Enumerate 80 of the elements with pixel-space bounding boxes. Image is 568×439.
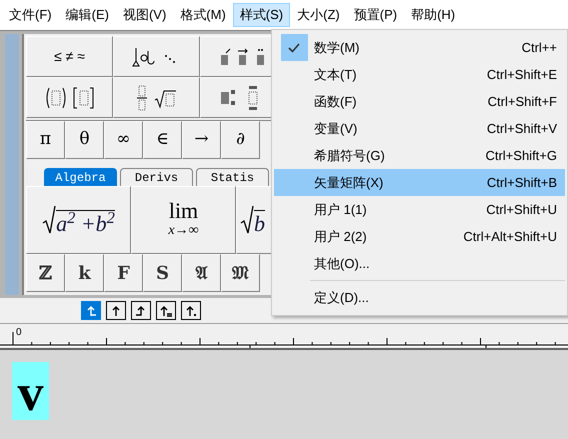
letter-style-button[interactable]: F	[104, 254, 143, 292]
palette-button[interactable]: ≤ ≠ ≈	[26, 36, 113, 77]
nudge-button[interactable]	[106, 301, 126, 320]
menu-bar-item[interactable]: 视图(V)	[116, 3, 174, 27]
nudge-button[interactable]	[181, 301, 201, 320]
letter-style-button[interactable]: k	[65, 254, 104, 292]
symbol-button[interactable]: π	[26, 121, 65, 159]
brackets-template-icon	[44, 86, 96, 108]
menu-bar-item[interactable]: 文件(F)	[2, 3, 59, 27]
ruler-label: 0	[16, 328, 22, 338]
menu-item-label: 定义(D)...	[314, 288, 370, 307]
menu-item[interactable]: 用户 2(2) Ctrl+Alt+Shift+U	[274, 223, 565, 250]
symbol-button[interactable]: ∞	[104, 121, 143, 159]
palette-tab[interactable]: Statis	[196, 168, 269, 186]
equation-text: v	[18, 368, 44, 420]
menu-bar-item[interactable]: 帮助(H)	[404, 3, 462, 27]
palette-tab[interactable]: Derivs	[120, 168, 193, 186]
letter-style-button[interactable]: 𝔐	[221, 254, 260, 292]
menu-item-shortcut: Ctrl++	[522, 38, 557, 57]
radical-icon	[42, 205, 56, 235]
menu-bar-item[interactable]: 格式(M)	[173, 3, 233, 27]
fraction-radical-icon	[134, 84, 178, 110]
palette-button[interactable]: lim x→∞	[131, 186, 236, 254]
menu-item-label: 其他(O)...	[314, 254, 371, 273]
menu-item-label: 变量(V)	[314, 120, 358, 138]
letter-style-button[interactable]: S	[143, 254, 182, 292]
palette-tab[interactable]: Algebra	[44, 168, 117, 186]
menu-item-shortcut: Ctrl+Shift+U	[486, 200, 557, 219]
menu-bar-item[interactable]: 大小(Z)	[290, 3, 347, 27]
palette-button[interactable]: b	[236, 186, 271, 254]
menu-item[interactable]: 数学(M) Ctrl++	[274, 34, 565, 61]
symbol-button[interactable]: θ	[65, 121, 104, 159]
menu-item-shortcut: Ctrl+Shift+E	[486, 66, 557, 84]
letter-style-button[interactable]: ℤ	[26, 254, 65, 292]
nudge-button[interactable]	[131, 301, 151, 320]
menu-bar-item[interactable]: 预置(P)	[346, 3, 404, 27]
letter-style-button[interactable]: 𝔄	[182, 254, 221, 292]
limit-text: lim	[168, 200, 198, 222]
palette-button[interactable]	[26, 77, 113, 118]
menu-item[interactable]: 函数(F) Ctrl+Shift+F	[274, 88, 565, 115]
palette-button[interactable]	[113, 36, 200, 77]
symbol-button[interactable]: ∂	[221, 121, 260, 159]
menu-item-label: 数学(M)	[314, 38, 360, 57]
menu-bar-item[interactable]: 编辑(E)	[58, 3, 116, 27]
limit-subscript: x→∞	[168, 222, 199, 240]
menu-item[interactable]: 其他(O)...	[274, 250, 565, 277]
radical-icon	[240, 205, 254, 235]
menu-item-shortcut: Ctrl+Shift+F	[488, 92, 557, 111]
menu-item-label: 希腊符号(G)	[314, 146, 386, 165]
expression-text: a$^{2}$ +b$^{2}$	[56, 210, 115, 235]
equation-slot[interactable]: v	[12, 362, 49, 420]
menu-item-shortcut: Ctrl+Shift+V	[486, 120, 557, 138]
nudge-button[interactable]	[156, 301, 176, 320]
expression-text: b	[254, 210, 265, 235]
symbol-button[interactable]: ∈	[143, 121, 182, 159]
menu-item[interactable]: 文本(T) Ctrl+Shift+E	[274, 61, 565, 88]
palette-button[interactable]	[200, 77, 271, 118]
menu-bar-item[interactable]: 样式(S)	[232, 3, 290, 27]
check-icon	[288, 42, 300, 52]
menu-item-label: 矢量矩阵(X)	[314, 174, 384, 192]
symbol-button[interactable]: →	[182, 121, 221, 159]
menu-item-label: 文本(T)	[314, 66, 358, 84]
menu-item[interactable]: 矢量矩阵(X) Ctrl+Shift+B	[274, 169, 565, 196]
menu-item-shortcut: Ctrl+Shift+B	[486, 174, 557, 192]
arrow-up-icon	[110, 304, 122, 316]
arrow-dot-icon	[185, 304, 197, 316]
menu-item-label: 用户 2(2)	[314, 228, 368, 246]
menu-item-shortcut: Ctrl+Shift+G	[485, 146, 557, 165]
menu-item[interactable]: 变量(V) Ctrl+Shift+V	[274, 115, 565, 142]
arrow-corner-icon	[85, 304, 97, 316]
menu-item-shortcut: Ctrl+Alt+Shift+U	[463, 228, 557, 246]
menu-item[interactable]: 希腊符号(G) Ctrl+Shift+G	[274, 142, 565, 169]
menu-item-label: 函数(F)	[314, 92, 358, 111]
menu-item[interactable]: 用户 1(1) Ctrl+Shift+U	[274, 196, 565, 223]
arrow-step-icon	[135, 304, 147, 316]
arrow-equals-icon	[160, 304, 172, 316]
menu-item-label: 用户 1(1)	[314, 200, 368, 219]
menu-item[interactable]: 定义(D)...	[274, 284, 565, 311]
palette-button[interactable]: a$^{2}$ +b$^{2}$	[26, 186, 131, 254]
relations-label: ≤ ≠ ≈	[54, 47, 85, 66]
